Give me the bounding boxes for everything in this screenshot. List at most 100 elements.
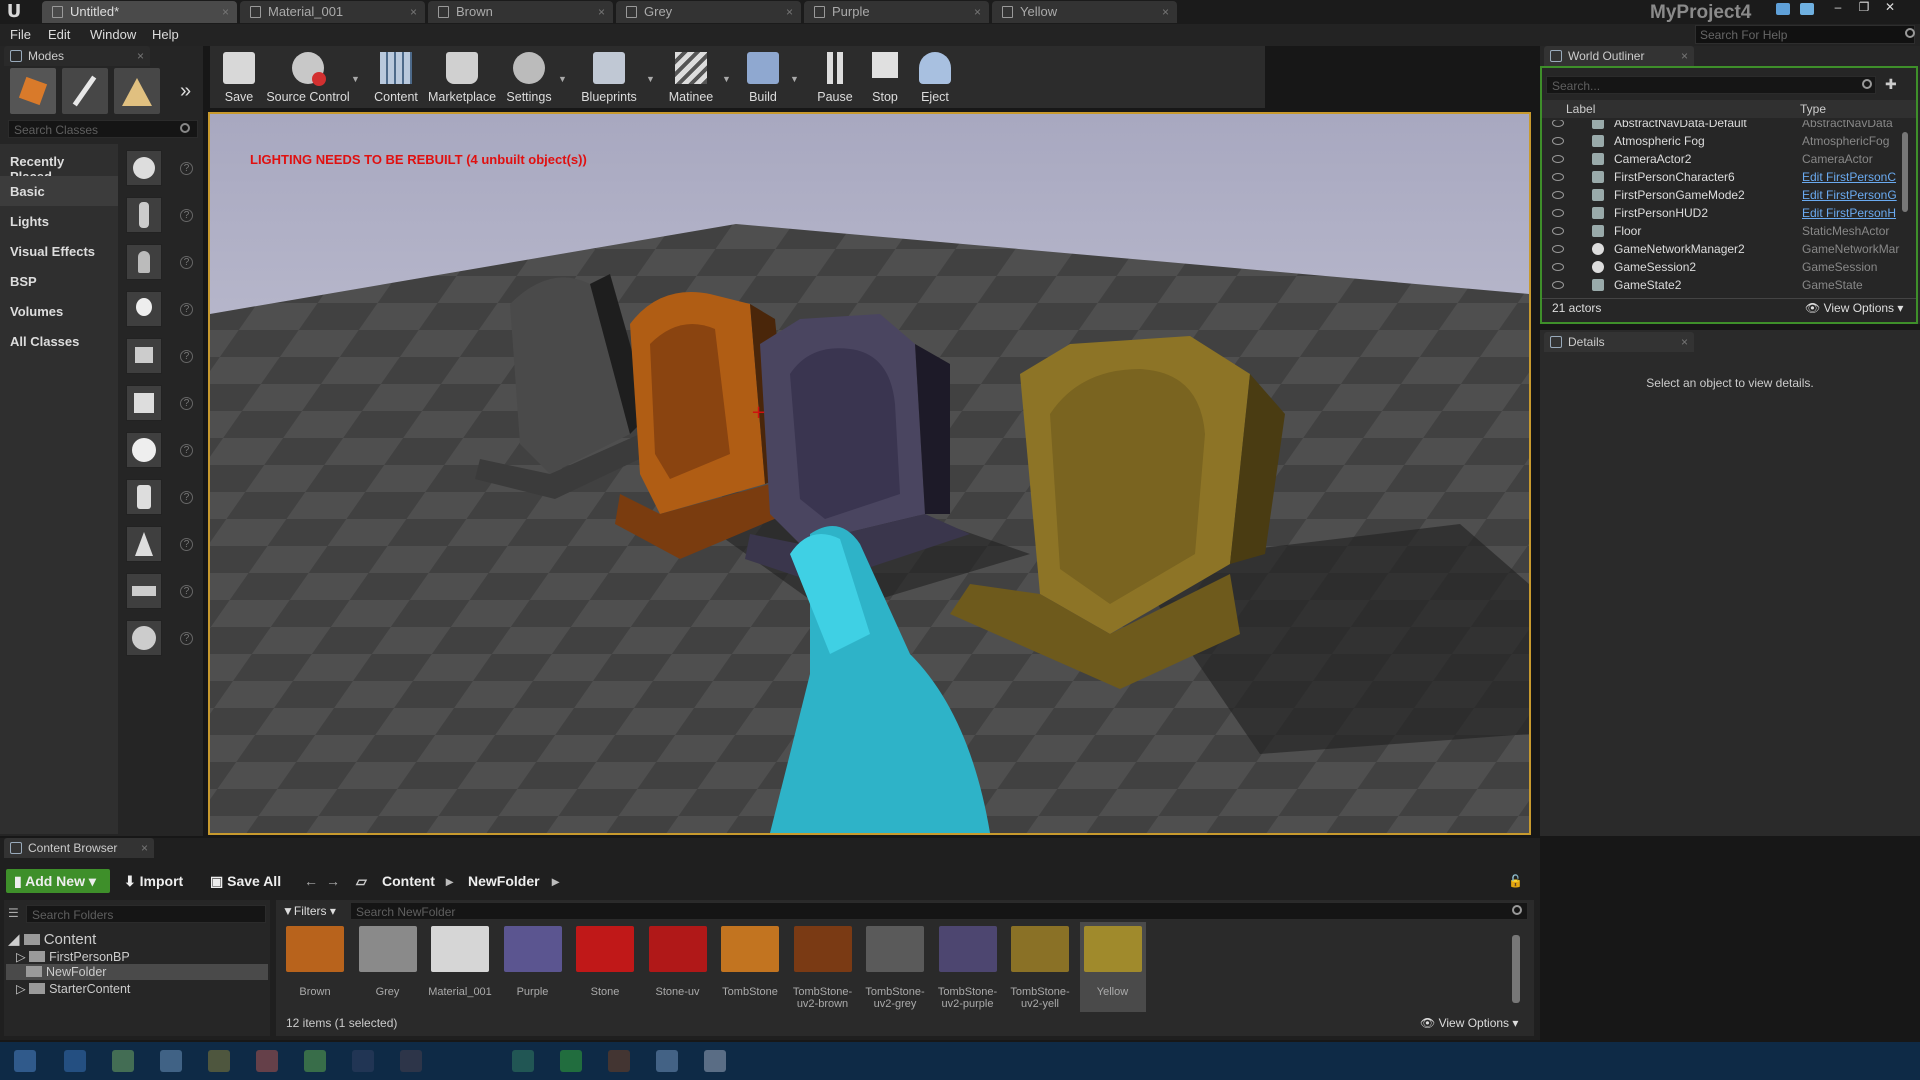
- folder-newfolder[interactable]: NewFolder: [26, 965, 106, 979]
- empty-actor-item[interactable]: [126, 150, 162, 186]
- search-icon[interactable]: [1905, 28, 1915, 38]
- chat-icon[interactable]: [1776, 3, 1790, 15]
- close-icon[interactable]: ×: [598, 1, 605, 23]
- visibility-icon[interactable]: [1552, 209, 1564, 217]
- asset-tile[interactable]: Grey: [355, 922, 421, 1012]
- expand-modes-icon[interactable]: »: [180, 80, 191, 103]
- forward-button[interactable]: →: [326, 869, 340, 893]
- modes-tab[interactable]: Modes ×: [4, 46, 150, 66]
- visibility-icon[interactable]: [1552, 227, 1564, 235]
- taskbar-app-icon[interactable]: [400, 1050, 422, 1072]
- cb-view-options-button[interactable]: 👁 View Options ▾: [1420, 1016, 1518, 1030]
- taskbar-app-icon[interactable]: [112, 1050, 134, 1072]
- outliner-row[interactable]: FirstPersonCharacter6 Edit FirstPersonC: [1542, 168, 1908, 186]
- category-volumes[interactable]: Volumes: [0, 296, 118, 326]
- close-icon[interactable]: ×: [1681, 332, 1688, 352]
- visibility-icon[interactable]: [1552, 137, 1564, 145]
- eject-button[interactable]: Eject: [910, 46, 960, 106]
- visibility-icon[interactable]: [1552, 155, 1564, 163]
- tab-purple[interactable]: Purple ×: [804, 1, 989, 23]
- category-basic[interactable]: Basic: [0, 176, 118, 206]
- close-icon[interactable]: ×: [137, 46, 144, 66]
- edit-blueprint-link[interactable]: Edit FirstPersonG: [1802, 186, 1902, 204]
- close-icon[interactable]: ×: [222, 1, 229, 23]
- asset-tile[interactable]: Material_001: [427, 922, 493, 1012]
- folder-content[interactable]: ◢ Content: [8, 930, 96, 948]
- restore-button[interactable]: ❐: [1852, 0, 1876, 16]
- visibility-icon[interactable]: [1552, 120, 1564, 127]
- content-button[interactable]: Content: [366, 46, 426, 106]
- asset-tile[interactable]: TombStone-uv2-yell: [1007, 922, 1073, 1012]
- visibility-icon[interactable]: [1552, 173, 1564, 181]
- outliner-row[interactable]: GameState2 GameState: [1542, 276, 1908, 294]
- asset-tile[interactable]: TombStone-uv2-brown: [790, 922, 856, 1012]
- help-icon[interactable]: ?: [180, 491, 193, 504]
- add-new-button[interactable]: ▮ Add New ▾: [6, 869, 110, 893]
- marketplace-button[interactable]: Marketplace: [428, 46, 496, 106]
- search-classes-input[interactable]: Search Classes: [8, 120, 198, 138]
- taskbar-app-icon[interactable]: [304, 1050, 326, 1072]
- asset-tile[interactable]: Brown: [282, 922, 348, 1012]
- close-icon[interactable]: ×: [1162, 1, 1169, 23]
- outliner-search-input[interactable]: Search...: [1546, 76, 1876, 94]
- category-recently-placed[interactable]: Recently Placed: [0, 146, 118, 184]
- box-trigger-item[interactable]: [126, 620, 162, 656]
- content-browser-tab[interactable]: Content Browser ×: [4, 838, 154, 858]
- help-icon[interactable]: ?: [180, 632, 193, 645]
- help-icon[interactable]: ?: [180, 162, 193, 175]
- dropdown-arrow-icon[interactable]: ▼: [790, 74, 799, 84]
- dropdown-arrow-icon[interactable]: ▼: [351, 74, 360, 84]
- help-icon[interactable]: ?: [180, 397, 193, 410]
- close-icon[interactable]: ×: [141, 838, 148, 858]
- help-icon[interactable]: ?: [180, 209, 193, 222]
- folder-startercontent[interactable]: ▷ StarterContent: [16, 981, 130, 996]
- outliner-row[interactable]: FirstPersonHUD2 Edit FirstPersonH: [1542, 204, 1908, 222]
- help-search-input[interactable]: Search For Help: [1695, 25, 1915, 44]
- outliner-scrollbar[interactable]: [1902, 132, 1908, 212]
- close-icon[interactable]: ×: [410, 1, 417, 23]
- taskbar-app-icon[interactable]: [512, 1050, 534, 1072]
- dropdown-arrow-icon[interactable]: ▼: [558, 74, 567, 84]
- close-icon[interactable]: ×: [1681, 46, 1688, 66]
- outliner-row[interactable]: AbstractNavData-Default AbstractNavData: [1542, 120, 1908, 132]
- build-button[interactable]: Build: [738, 46, 788, 106]
- visibility-icon[interactable]: [1552, 191, 1564, 199]
- outliner-row[interactable]: GameNetworkManager2 GameNetworkMar: [1542, 240, 1908, 258]
- import-button[interactable]: ⬇ Import: [124, 869, 183, 893]
- asset-scrollbar[interactable]: [1512, 935, 1520, 1003]
- search-assets-input[interactable]: Search NewFolder: [350, 902, 1528, 920]
- asset-tile[interactable]: TombStone: [717, 922, 783, 1012]
- point-light-item[interactable]: [126, 291, 162, 327]
- notification-icon[interactable]: [1800, 3, 1814, 15]
- start-icon[interactable]: [14, 1050, 36, 1072]
- asset-tile[interactable]: Stone: [572, 922, 638, 1012]
- save-all-button[interactable]: ▣ Save All: [210, 869, 281, 893]
- edit-blueprint-link[interactable]: Edit FirstPersonH: [1802, 204, 1902, 222]
- dropdown-arrow-icon[interactable]: ▼: [722, 74, 731, 84]
- details-tab[interactable]: Details ×: [1544, 332, 1694, 352]
- sphere-item[interactable]: [126, 432, 162, 468]
- player-start-item[interactable]: [126, 338, 162, 374]
- menu-window[interactable]: Window: [90, 27, 136, 42]
- visibility-icon[interactable]: [1552, 281, 1564, 289]
- filters-button[interactable]: ▼Filters ▾: [282, 904, 336, 918]
- help-icon[interactable]: ?: [180, 538, 193, 551]
- asset-tile[interactable]: Stone-uv: [645, 922, 711, 1012]
- cone-item[interactable]: [126, 526, 162, 562]
- close-icon[interactable]: ×: [786, 1, 793, 23]
- taskbar-app-icon[interactable]: [160, 1050, 182, 1072]
- close-window-button[interactable]: ✕: [1878, 0, 1902, 16]
- asset-tile[interactable]: Yellow: [1079, 922, 1146, 1012]
- sources-toggle-icon[interactable]: ☰: [8, 906, 24, 920]
- breadcrumb-newfolder[interactable]: NewFolder: [468, 869, 540, 893]
- settings-button[interactable]: Settings: [502, 46, 556, 106]
- breadcrumb-content[interactable]: Content: [382, 869, 435, 893]
- menu-edit[interactable]: Edit: [48, 27, 70, 42]
- tab-yellow[interactable]: Yellow ×: [992, 1, 1177, 23]
- tab-grey[interactable]: Grey ×: [616, 1, 801, 23]
- taskbar-app-icon[interactable]: [256, 1050, 278, 1072]
- help-icon[interactable]: ?: [180, 350, 193, 363]
- visibility-icon[interactable]: [1552, 263, 1564, 271]
- outliner-row[interactable]: Atmospheric Fog AtmosphericFog: [1542, 132, 1908, 150]
- outliner-row[interactable]: Floor StaticMeshActor: [1542, 222, 1908, 240]
